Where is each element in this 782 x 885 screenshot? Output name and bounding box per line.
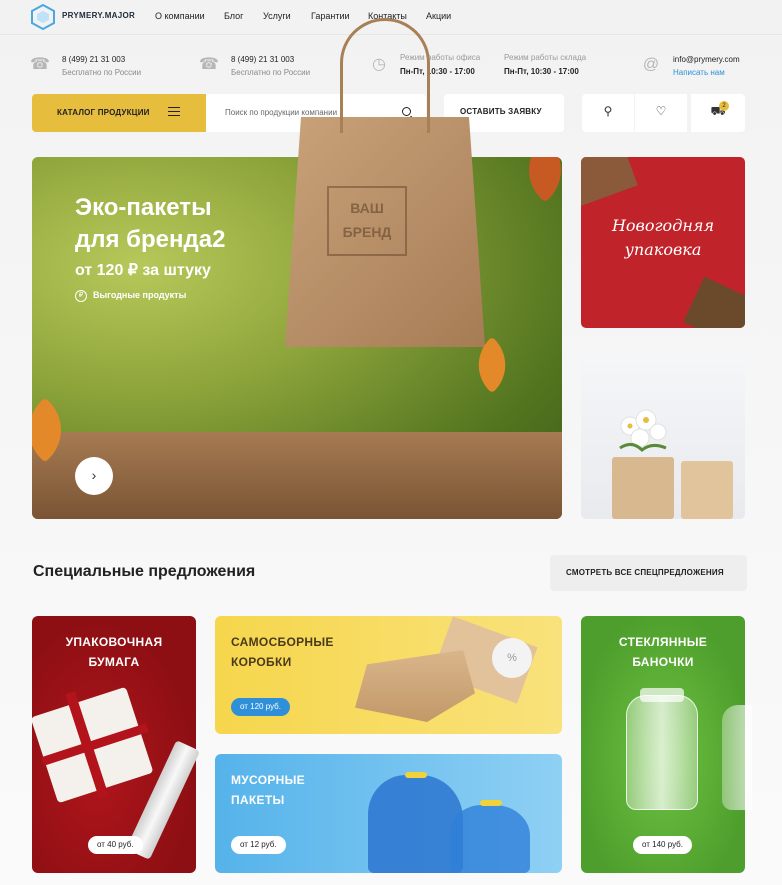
card-title-line: МУСОРНЫЕ — [231, 773, 305, 787]
card-title-line: САМОСБОРНЫЕ — [231, 635, 334, 649]
phone-note-1: Бесплатно по России — [62, 68, 142, 77]
bag-tie — [480, 800, 502, 806]
price-badge: от 120 руб. — [231, 698, 290, 716]
warehouse-hours-label: Режим работы склада — [504, 53, 587, 62]
garbage-bag-image — [368, 775, 463, 873]
logo-icon[interactable] — [30, 4, 56, 30]
phone-number-2[interactable]: 8 (499) 21 31 003 — [231, 55, 294, 64]
hero-title: Эко-пакеты для бренда2 — [75, 192, 225, 256]
phone-note-2: Бесплатно по России — [231, 68, 311, 77]
brand-stamp: ВАШ БРЕНД — [327, 186, 407, 256]
catalog-button-label[interactable]: КАТАЛОГ ПРОДУКЦИИ — [57, 108, 150, 117]
card-title-line: БАНОЧКИ — [632, 655, 694, 669]
round-box-image — [612, 457, 674, 519]
view-all-specials-label[interactable]: СМОТРЕТЬ ВСЕ СПЕЦПРЕДЛОЖЕНИЯ — [566, 568, 724, 577]
card-title: МУСОРНЫЕ ПАКЕТЫ — [231, 770, 305, 810]
glass-jar-image — [626, 695, 698, 810]
phone-number-1[interactable]: 8 (499) 21 31 003 — [62, 55, 125, 64]
specials-title: Специальные предложения — [33, 563, 256, 580]
nav-services[interactable]: Услуги — [263, 11, 291, 21]
price-badge: от 40 руб. — [88, 836, 143, 854]
flowers-image — [619, 409, 667, 453]
ruble-icon: ₽ — [75, 290, 87, 302]
card-title: СТЕКЛЯННЫЕ БАНОЧКИ — [581, 632, 745, 672]
write-us-link[interactable]: Написать нам — [673, 68, 725, 77]
card-title: УПАКОВОЧНАЯ БУМАГА — [32, 632, 196, 672]
gift-decoration — [581, 157, 638, 206]
cart-count-badge: 2 — [719, 101, 729, 111]
card-title-line: КОРОБКИ — [231, 655, 292, 669]
search-placeholder[interactable]: Поиск по продукции компании — [225, 108, 337, 117]
cart-icon[interactable]: ⛟ — [691, 104, 745, 120]
stamp-line-1: ВАШ — [350, 200, 384, 216]
card-title-line: ПАКЕТЫ — [231, 793, 285, 807]
warehouse-hours-value: Пн-Пт, 10:30 - 17:00 — [504, 67, 579, 76]
stamp-line-2: БРЕНД — [342, 224, 392, 240]
side-banner-text: Новогодняя упаковка — [611, 216, 715, 259]
leaf-decoration — [512, 157, 562, 203]
garbage-bag-image — [450, 805, 530, 873]
heart-icon[interactable]: ♡ — [635, 104, 687, 118]
nav-blog[interactable]: Блог — [224, 11, 243, 21]
email-icon: @ — [642, 56, 660, 73]
bag-handle — [340, 18, 430, 133]
price-badge: от 12 руб. — [231, 836, 286, 854]
round-box-image — [681, 461, 733, 519]
glass-jar-image — [722, 705, 752, 810]
bag-tie — [405, 772, 427, 778]
hero-title-line-2: для бренда2 — [75, 226, 226, 253]
nav-guarantees[interactable]: Гарантии — [311, 11, 350, 21]
gift-decoration — [683, 276, 745, 328]
nav-promos[interactable]: Акции — [426, 11, 451, 21]
brand-name[interactable]: PRYMERY.MAJOR — [62, 11, 135, 20]
phone-icon: ☎ — [199, 56, 219, 73]
nav-about[interactable]: О компании — [155, 11, 205, 21]
phone-icon: ☎ — [30, 56, 50, 73]
next-slide-button[interactable]: › — [75, 457, 113, 495]
hero-tag: Выгодные продукты — [93, 290, 187, 300]
percent-tag-icon: % — [492, 638, 532, 678]
card-title: САМОСБОРНЫЕ КОРОБКИ — [231, 632, 334, 672]
leave-request-label[interactable]: ОСТАВИТЬ ЗАЯВКУ — [460, 107, 542, 116]
price-badge: от 140 руб. — [633, 836, 692, 854]
user-icon[interactable]: ⚲ — [582, 104, 634, 118]
hero-title-line-1: Эко-пакеты — [75, 194, 212, 221]
card-title-line: СТЕКЛЯННЫЕ — [618, 635, 708, 649]
card-title-line: БУМАГА — [88, 655, 140, 669]
email-address[interactable]: info@prymery.com — [673, 55, 740, 64]
hero-price: от 120 ₽ за штуку — [75, 262, 211, 279]
card-title-line: УПАКОВОЧНАЯ — [65, 635, 163, 649]
menu-icon[interactable] — [168, 107, 180, 116]
